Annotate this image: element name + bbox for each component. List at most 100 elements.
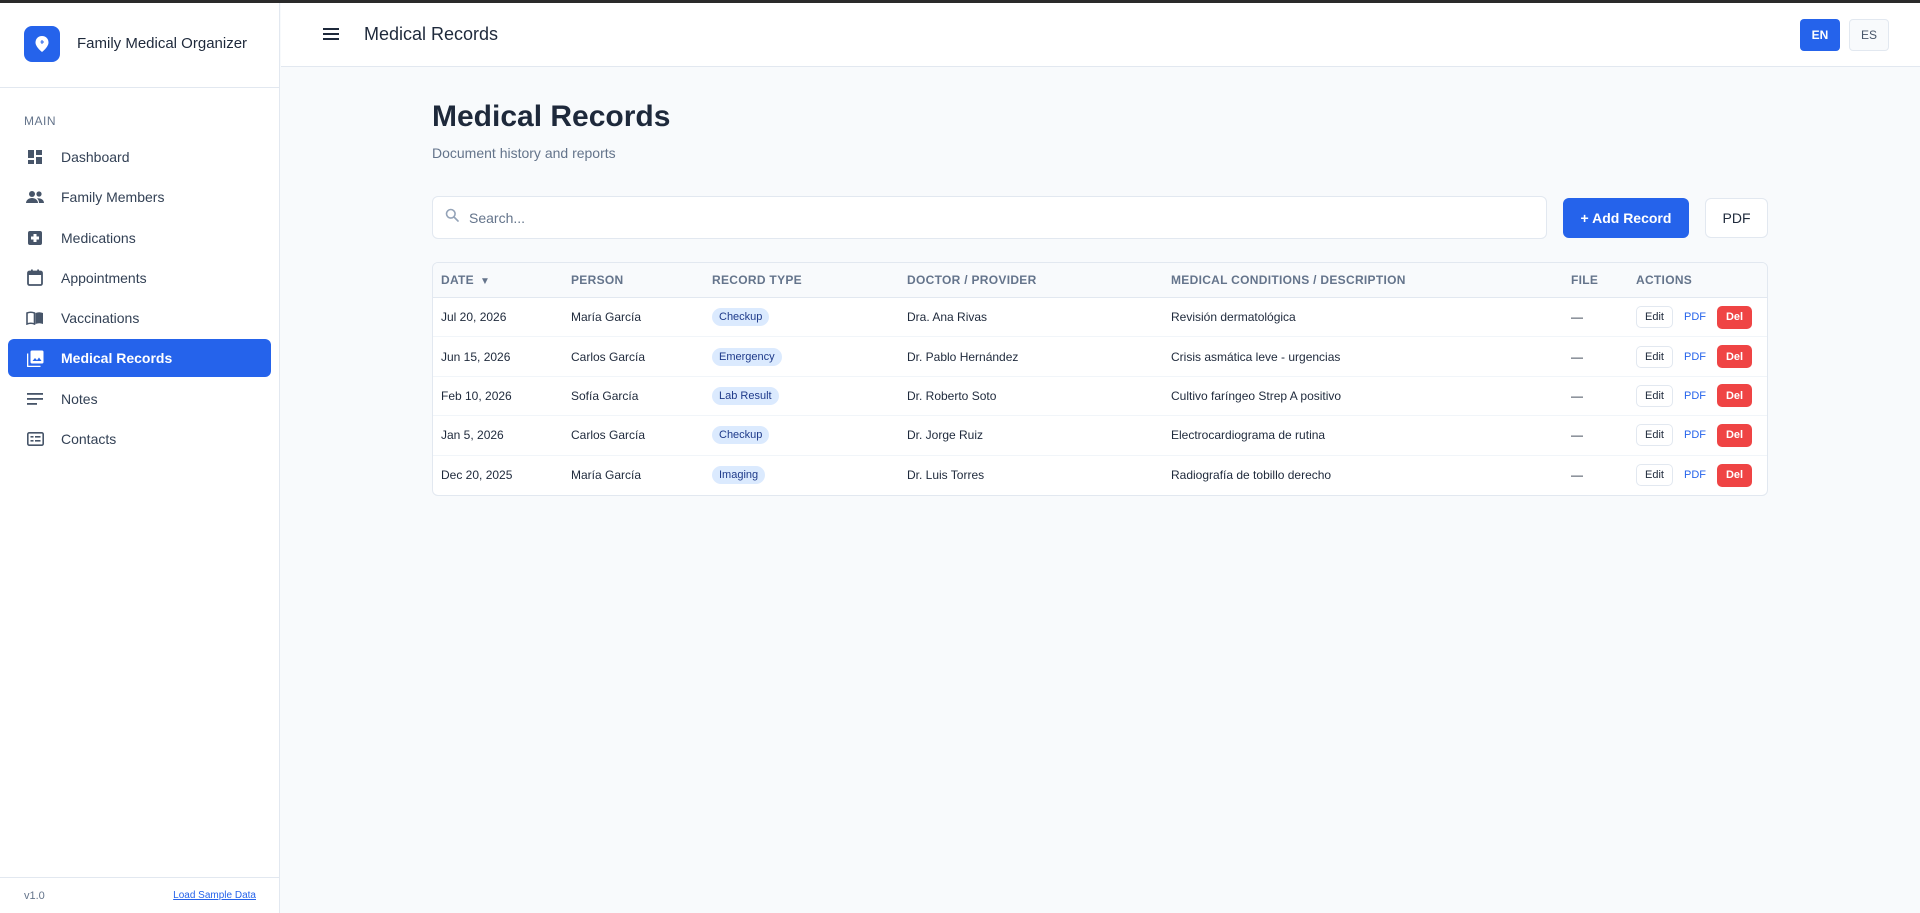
brand: Family Medical Organizer — [0, 0, 279, 88]
sidebar-item-label: Family Members — [61, 189, 165, 206]
sidebar-item-label: Medications — [61, 229, 136, 246]
cell-person: María García — [571, 468, 642, 483]
record-type-badge: Checkup — [712, 308, 770, 327]
cell-file: — — [1571, 349, 1583, 364]
sidebar-item-family-members[interactable]: Family Members — [8, 178, 271, 216]
search-box — [432, 196, 1547, 239]
sidebar-item-label: Medical Records — [61, 350, 173, 367]
column-header-date[interactable]: DATE ▼ — [433, 273, 571, 287]
record-type-badge: Checkup — [712, 426, 770, 445]
edit-button[interactable]: Edit — [1636, 464, 1673, 487]
export-pdf-button[interactable]: PDF — [1705, 198, 1768, 238]
cell-doctor: Dr. Jorge Ruiz — [907, 428, 984, 443]
delete-button[interactable]: Del — [1717, 384, 1752, 408]
sidebar-nav: Dashboard Family Members Medications App… — [8, 138, 271, 460]
sidebar-item-label: Notes — [61, 390, 98, 407]
sidebar-item-vaccinations[interactable]: Vaccinations — [8, 299, 271, 337]
sidebar-item-label: Contacts — [61, 431, 117, 448]
cell-description: Cultivo faríngeo Strep A positivo — [1171, 388, 1342, 403]
edit-button[interactable]: Edit — [1636, 306, 1673, 329]
delete-button[interactable]: Del — [1717, 423, 1752, 447]
table-row: Jul 20, 2026 María García Checkup Dra. A… — [433, 298, 1767, 338]
records-table: DATE ▼ PERSON RECORD TYPE DOCTOR / PROVID… — [432, 262, 1768, 496]
hamburger-menu-icon[interactable] — [321, 24, 341, 44]
row-pdf-link[interactable]: PDF — [1684, 429, 1706, 441]
table-header: DATE ▼ PERSON RECORD TYPE DOCTOR / PROVID… — [433, 263, 1767, 298]
cell-file: — — [1571, 468, 1583, 483]
cell-person: Sofía García — [571, 388, 639, 403]
table-row: Jan 5, 2026 Carlos García Checkup Dr. Jo… — [433, 416, 1767, 456]
window-top-border — [0, 0, 1920, 3]
sidebar-item-medical-records[interactable]: Medical Records — [8, 339, 271, 378]
photo-library-icon — [25, 348, 45, 368]
row-pdf-link[interactable]: PDF — [1684, 469, 1706, 481]
cell-person: María García — [571, 310, 642, 325]
cell-person: Carlos García — [571, 349, 646, 364]
cell-date: Jan 5, 2026 — [441, 428, 504, 443]
cell-file: — — [1571, 388, 1583, 403]
sidebar: Family Medical Organizer MAIN Dashboard … — [0, 0, 280, 913]
search-icon — [445, 208, 459, 227]
cell-description: Crisis asmática leve - urgencias — [1171, 349, 1341, 364]
cell-doctor: Dr. Roberto Soto — [907, 388, 997, 403]
contact-card-icon — [25, 429, 45, 449]
edit-button[interactable]: Edit — [1636, 384, 1673, 407]
page-title: Medical Records — [432, 100, 671, 133]
cell-file: — — [1571, 428, 1583, 443]
cell-date: Jul 20, 2026 — [441, 310, 507, 325]
cell-date: Feb 10, 2026 — [441, 388, 512, 403]
record-type-badge: Emergency — [712, 347, 782, 366]
cell-description: Revisión dermatológica — [1171, 310, 1296, 325]
row-pdf-link[interactable]: PDF — [1684, 390, 1706, 402]
sidebar-item-medications[interactable]: Medications — [8, 219, 271, 257]
table-row: Jun 15, 2026 Carlos García Emergency Dr.… — [433, 337, 1767, 377]
edit-button[interactable]: Edit — [1636, 345, 1673, 368]
header-title: Medical Records — [364, 24, 499, 44]
sidebar-item-label: Vaccinations — [61, 310, 140, 327]
column-header-file: FILE — [1571, 273, 1599, 287]
edit-button[interactable]: Edit — [1636, 424, 1673, 447]
cell-date: Dec 20, 2025 — [441, 468, 513, 483]
page-subtitle: Document history and reports — [432, 145, 616, 161]
sort-desc-icon: ▼ — [479, 276, 491, 287]
calendar-icon — [25, 268, 45, 288]
language-en-button[interactable]: EN — [1800, 19, 1840, 51]
column-header-person: PERSON — [571, 273, 624, 287]
column-header-actions: ACTIONS — [1636, 273, 1693, 287]
row-pdf-link[interactable]: PDF — [1684, 351, 1706, 363]
app-version: v1.0 — [24, 889, 45, 902]
add-record-button[interactable]: + Add Record — [1563, 198, 1689, 238]
sidebar-item-label: Appointments — [61, 269, 147, 286]
cell-person: Carlos García — [571, 428, 646, 443]
delete-button[interactable]: Del — [1717, 305, 1752, 329]
table-row: Dec 20, 2025 María García Imaging Dr. Lu… — [433, 456, 1767, 495]
app-name: Family Medical Organizer — [77, 35, 248, 52]
delete-button[interactable]: Del — [1717, 345, 1752, 369]
load-sample-data-link[interactable]: Load Sample Data — [173, 890, 256, 901]
sidebar-item-label: Dashboard — [61, 149, 130, 165]
sidebar-item-contacts[interactable]: Contacts — [8, 420, 271, 458]
search-input[interactable] — [469, 209, 1469, 226]
column-header-doctor: DOCTOR / PROVIDER — [907, 273, 1037, 287]
book-icon — [25, 308, 45, 328]
cell-description: Electrocardiograma de rutina — [1171, 428, 1326, 443]
app-logo-icon — [24, 25, 60, 62]
language-es-button[interactable]: ES — [1849, 19, 1889, 51]
row-pdf-link[interactable]: PDF — [1684, 311, 1706, 323]
dashboard-icon — [25, 147, 45, 167]
top-header: Medical Records EN ES — [281, 0, 1920, 67]
table-row: Feb 10, 2026 Sofía García Lab Result Dr.… — [433, 377, 1767, 417]
medical-cross-icon — [25, 228, 45, 248]
cell-doctor: Dr. Luis Torres — [907, 468, 985, 483]
delete-button[interactable]: Del — [1717, 463, 1752, 487]
record-type-badge: Lab Result — [712, 386, 779, 405]
cell-description: Radiografía de tobillo derecho — [1171, 468, 1332, 483]
sidebar-item-notes[interactable]: Notes — [8, 380, 271, 418]
cell-file: — — [1571, 310, 1583, 325]
nav-section-label: MAIN — [24, 114, 56, 128]
record-type-badge: Imaging — [712, 466, 766, 485]
sidebar-item-dashboard[interactable]: Dashboard — [8, 138, 271, 176]
sidebar-item-appointments[interactable]: Appointments — [8, 259, 271, 297]
column-header-description: MEDICAL CONDITIONS / DESCRIPTION — [1171, 273, 1406, 287]
people-icon — [25, 187, 45, 207]
